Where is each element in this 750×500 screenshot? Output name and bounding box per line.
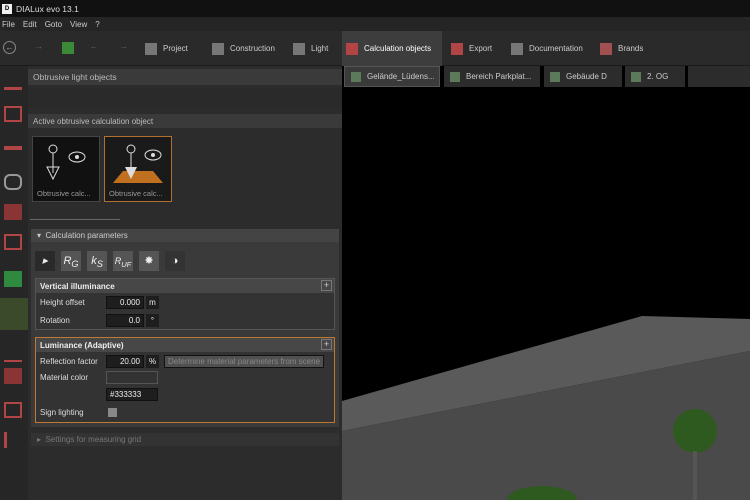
- material-color-swatch[interactable]: [106, 371, 158, 384]
- sign-lighting-checkbox[interactable]: [108, 408, 117, 417]
- terrain-icon: [351, 71, 361, 82]
- menu-bar: File Edit Goto View ?: [0, 17, 750, 31]
- project-icon: [145, 42, 157, 55]
- undo-icon[interactable]: →: [35, 42, 47, 54]
- tab-calculation-objects[interactable]: Calculation objects: [342, 31, 442, 66]
- view-tab-floor[interactable]: 2. OG: [625, 66, 685, 87]
- unit-label: °: [146, 314, 159, 327]
- rotation-field[interactable]: 0.0: [106, 314, 144, 327]
- brands-icon: [600, 42, 612, 55]
- panel-title: Obtrusive light objects: [28, 69, 342, 85]
- section-title: Luminance (Adaptive): [36, 338, 334, 352]
- tab-export[interactable]: Export: [451, 31, 498, 66]
- tab-brands[interactable]: Brands: [600, 31, 650, 66]
- app-logo: D: [2, 3, 12, 14]
- calculation-parameters-card: ▾ Calculation parameters ▸ RG kS RUF ✸ ◑…: [31, 229, 339, 427]
- floor-icon: [631, 71, 641, 82]
- material-color-label: Material color: [40, 373, 89, 382]
- obtrusive-thumb-2[interactable]: Obtrusive calc...: [104, 136, 172, 202]
- save-icon[interactable]: [62, 42, 74, 54]
- app-title: DIALux evo 13.1: [16, 3, 79, 14]
- zoom-slider[interactable]: [30, 212, 120, 220]
- determine-material-button[interactable]: Determine material parameters from scene: [164, 355, 324, 368]
- luminous-intensity-button[interactable]: ▸: [35, 251, 55, 271]
- luminance-adaptive-section: Luminance (Adaptive) + Reflection factor…: [35, 337, 335, 423]
- cylinder-icon[interactable]: [4, 174, 22, 190]
- cube-icon[interactable]: [4, 106, 22, 122]
- menu-view[interactable]: View: [70, 20, 93, 29]
- redo-arrow-icon[interactable]: →: [120, 42, 132, 54]
- ks-button[interactable]: kS: [87, 251, 107, 271]
- 3d-viewport[interactable]: Gelände_Lüdens... Bereich Parkplat... Ge…: [342, 66, 750, 500]
- title-bar: D DIALux evo 13.1: [0, 0, 750, 17]
- vertical-illuminance-section: Vertical illuminance + Height offset 0.0…: [35, 278, 335, 330]
- luminaire-icon: [46, 144, 86, 181]
- construction-icon: [212, 42, 224, 55]
- view-tab-building[interactable]: Gebäude D: [544, 66, 622, 87]
- thumb-label: Obtrusive calc...: [109, 189, 163, 198]
- reflection-factor-field[interactable]: 20.00: [106, 355, 144, 368]
- add-button[interactable]: +: [321, 339, 332, 350]
- height-offset-field[interactable]: 0.000: [106, 296, 144, 309]
- export-icon: [451, 42, 463, 55]
- back-button[interactable]: ←: [3, 41, 16, 54]
- light-icon: [293, 42, 305, 55]
- view-tab-terrain[interactable]: Gelände_Lüdens...: [344, 66, 440, 87]
- building-icon: [550, 71, 560, 82]
- building-render: [342, 316, 750, 500]
- luminaire-icon: [113, 144, 163, 183]
- add-button[interactable]: +: [321, 280, 332, 291]
- active-object-title: Active obtrusive calculation object: [28, 114, 342, 128]
- undo-arrow-icon[interactable]: ←: [90, 42, 102, 54]
- object-toolbar: [28, 88, 342, 108]
- grid-calc-icon[interactable]: [4, 368, 22, 384]
- collapse-arrow-icon: ▾: [37, 231, 46, 240]
- eye-icon[interactable]: [0, 298, 28, 330]
- left-toolbar: [0, 66, 28, 500]
- sky-glow-button[interactable]: ✸: [139, 251, 159, 271]
- exit-sign-icon[interactable]: [4, 271, 22, 287]
- measuring-grid-header[interactable]: ▸ Settings for measuring grid: [31, 433, 339, 446]
- wave-icon[interactable]: [4, 346, 22, 362]
- section-title: Vertical illuminance: [36, 279, 334, 293]
- rg-button[interactable]: RG: [61, 251, 81, 271]
- menu-goto[interactable]: Goto: [45, 20, 68, 29]
- tab-light[interactable]: Light: [293, 31, 333, 66]
- tab-project[interactable]: Project: [145, 31, 202, 66]
- menu-help[interactable]: ?: [95, 20, 105, 29]
- main-toolbar: ← → ← → Project Construction Light Calcu…: [0, 31, 750, 66]
- expand-arrow-icon: ▸: [37, 435, 46, 444]
- calculation-icon: [346, 42, 358, 55]
- menu-file[interactable]: File: [2, 20, 21, 29]
- properties-panel: Obtrusive light objects Active obtrusive…: [28, 66, 342, 500]
- height-offset-label: Height offset: [40, 298, 85, 307]
- thumb-label: Obtrusive calc...: [37, 189, 91, 198]
- points-icon[interactable]: [4, 432, 22, 448]
- view-tab-parking[interactable]: Bereich Parkplat...: [444, 66, 540, 87]
- ruf-button[interactable]: RUF: [113, 251, 133, 271]
- tab-documentation[interactable]: Documentation: [511, 31, 591, 66]
- sign-lighting-label: Sign lighting: [40, 408, 84, 417]
- material-color-hex[interactable]: #333333: [106, 388, 158, 401]
- unit-label: %: [146, 355, 159, 368]
- opening-icon[interactable]: [4, 234, 22, 250]
- wall-icon[interactable]: [4, 204, 22, 220]
- unit-label: m: [146, 296, 159, 309]
- documentation-icon: [511, 42, 523, 55]
- rotation-label: Rotation: [40, 316, 70, 325]
- table-icon[interactable]: [4, 146, 22, 162]
- menu-edit[interactable]: Edit: [23, 20, 43, 29]
- surface-icon[interactable]: [4, 402, 22, 418]
- area-icon: [450, 71, 460, 82]
- view-tools[interactable]: [688, 66, 750, 87]
- floor-icon[interactable]: [4, 74, 22, 90]
- contrast-button[interactable]: ◑: [165, 251, 185, 271]
- tab-construction[interactable]: Construction: [212, 31, 282, 66]
- reflection-factor-label: Reflection factor: [40, 357, 98, 366]
- calc-params-header[interactable]: ▾ Calculation parameters: [31, 229, 339, 242]
- obtrusive-thumb-1[interactable]: Obtrusive calc...: [32, 136, 100, 202]
